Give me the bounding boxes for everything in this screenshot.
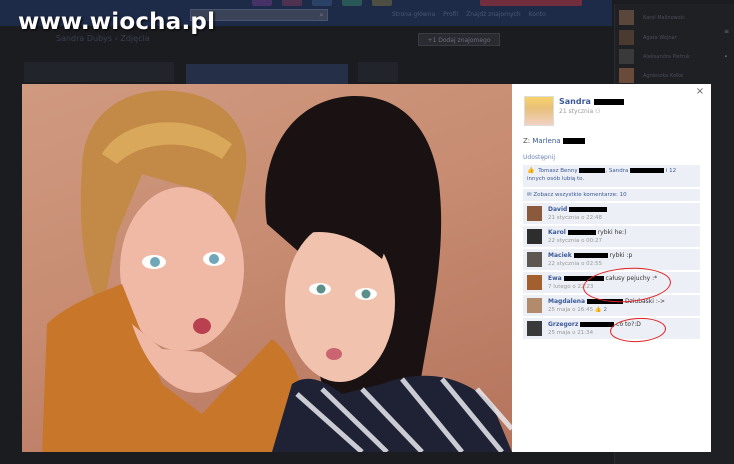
friend-name: Aleksandra Pietruk <box>643 54 690 60</box>
comment-author[interactable]: Grzegorz <box>548 321 578 328</box>
likes-name[interactable]: Tomasz Benny <box>538 168 577 174</box>
comment-meta: 25 maja o 16:45 👍 2 <box>548 307 607 313</box>
redaction-bar <box>579 168 606 173</box>
site-watermark: www.wiocha.pl <box>18 9 216 35</box>
comment-like-count[interactable]: 2 <box>603 307 607 313</box>
add-friend-button[interactable]: +1 Dodaj znajomego <box>418 33 500 46</box>
close-icon[interactable]: × <box>695 87 705 97</box>
photo-illustration <box>42 90 512 452</box>
thumbs-up-icon: 👍 <box>594 307 602 313</box>
comment-text: Maciek rybki :p <box>548 252 632 259</box>
redaction-bar <box>630 168 665 173</box>
comment-icon: ✉ <box>527 192 532 198</box>
likes-summary: 👍 Tomasz Benny , Sandra i 12 innych osób… <box>523 165 700 187</box>
comment-meta[interactable]: 22 stycznia o 02:55 <box>548 261 602 267</box>
comment-meta[interactable]: 21 stycznia o 22:48 <box>548 215 602 221</box>
bg-content-block <box>358 62 398 82</box>
edge-fragments: ≡ ∙ <box>724 28 734 78</box>
nav-link-profile[interactable]: Profil <box>443 11 458 18</box>
browser-tab <box>342 0 362 6</box>
comment-item: David 21 stycznia o 22:48 <box>523 202 700 224</box>
owner-name-text[interactable]: Sandra <box>559 97 591 106</box>
photo-sidebar: × Sandra 21 stycznia ⚇ Z: Marlena Udostę… <box>512 84 711 452</box>
friend-name: Agata Wojnar <box>643 35 677 41</box>
friend-avatar <box>619 68 634 83</box>
comment-body: rybki he:) <box>597 229 627 236</box>
comment-item: Maciek rybki :p 22 stycznia o 02:55 <box>523 248 700 270</box>
friend-item[interactable]: Aleksandra Pietruk <box>619 49 731 65</box>
browser-tab <box>372 0 392 6</box>
post-date-text[interactable]: 21 stycznia <box>559 108 593 115</box>
commenter-avatar[interactable] <box>527 298 542 313</box>
redaction-bar <box>580 322 615 327</box>
comment-text: Karol rybki he:) <box>548 229 626 236</box>
redaction-bar <box>567 230 596 235</box>
view-all-comments-label[interactable]: Zobacz wszystkie komentarze: 10 <box>533 192 626 198</box>
friend-item[interactable]: Agata Wojnar <box>619 30 731 46</box>
nav-link-home[interactable]: Strona główna <box>392 11 435 18</box>
album-from: Z: Marlena <box>523 137 585 145</box>
browser-tab <box>312 0 332 6</box>
likes-name[interactable]: Sandra <box>609 168 628 174</box>
share-link[interactable]: Udostępnij <box>523 154 555 161</box>
commenter-avatar[interactable] <box>527 252 542 267</box>
thumbs-up-icon: 👍 <box>527 167 535 174</box>
from-label: Z: <box>523 137 531 145</box>
redaction-bar <box>569 207 608 212</box>
comment-author[interactable]: Magdalena <box>548 298 585 305</box>
friend-name: Agnieszka Kolke <box>643 73 684 79</box>
redaction-bar <box>562 138 585 144</box>
friend-avatar <box>619 30 634 45</box>
comment-date[interactable]: 25 maja o 16:45 <box>548 307 593 313</box>
nav-link-find-friends[interactable]: Znajdź znajomych <box>466 11 521 18</box>
browser-tab <box>252 0 272 6</box>
scroll-arrow-icon[interactable]: ≡ <box>724 28 734 35</box>
comment-meta[interactable]: 25 maja o 21:34 <box>548 330 593 336</box>
browser-tab <box>480 0 582 6</box>
friend-item[interactable]: Karol Malinowski <box>619 10 731 26</box>
friend-avatar <box>619 10 634 25</box>
comment-body: rybki :p <box>609 252 633 259</box>
comment-item: Karol rybki he:) 22 stycznia o 00:27 <box>523 225 700 247</box>
commenter-avatar[interactable] <box>527 229 542 244</box>
post-date: 21 stycznia ⚇ <box>559 108 600 115</box>
redaction-bar <box>573 253 608 258</box>
bg-selected-tab <box>186 64 348 84</box>
from-name[interactable]: Marlena <box>532 137 560 145</box>
photo-lightbox: × Sandra 21 stycznia ⚇ Z: Marlena Udostę… <box>22 84 711 452</box>
top-nav: Strona główna Profil Znajdź znajomych Ko… <box>392 11 546 18</box>
browser-tab <box>282 0 302 6</box>
comment-author[interactable]: Ewa <box>548 275 562 282</box>
owner-name[interactable]: Sandra <box>559 97 624 106</box>
scroll-arrow-icon[interactable]: ∙ <box>724 53 734 60</box>
search-icon[interactable]: ⌕ <box>317 11 326 19</box>
nav-link-account[interactable]: Konto <box>529 11 546 18</box>
redaction-bar <box>593 98 624 105</box>
friend-item[interactable]: Agnieszka Kolke <box>619 68 731 84</box>
comment-author[interactable]: Maciek <box>548 252 572 259</box>
commenter-avatar[interactable] <box>527 206 542 221</box>
comment-author[interactable]: Karol <box>548 229 566 236</box>
bg-content-block <box>24 62 174 82</box>
commenter-avatar[interactable] <box>527 275 542 290</box>
photo-two-girls[interactable] <box>22 84 512 452</box>
people-icon: ⚇ <box>595 108 601 115</box>
comment-meta[interactable]: 22 stycznia o 00:27 <box>548 238 602 244</box>
comment-text: David <box>548 206 608 213</box>
friend-avatar <box>619 49 634 64</box>
commenter-avatar[interactable] <box>527 321 542 336</box>
view-all-comments[interactable]: ✉ Zobacz wszystkie komentarze: 10 <box>523 189 700 201</box>
page-heading: Sandra Dubys › Zdjęcia <box>56 34 150 43</box>
owner-avatar[interactable] <box>524 96 554 126</box>
friend-name: Karol Malinowski <box>643 15 685 21</box>
comment-author[interactable]: David <box>548 206 567 213</box>
